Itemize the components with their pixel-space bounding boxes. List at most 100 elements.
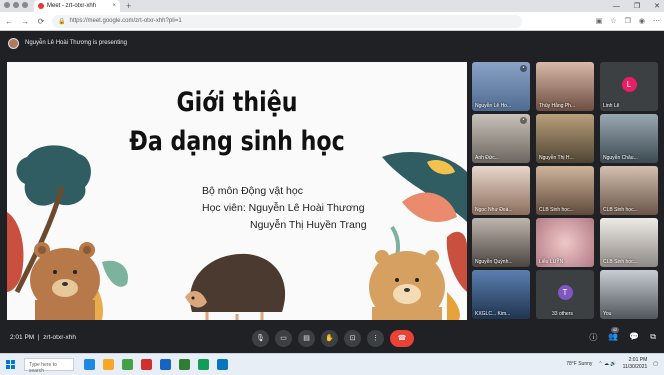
others-avatar: T bbox=[557, 284, 573, 300]
meet-favicon-icon bbox=[38, 3, 44, 9]
powerpoint-icon[interactable] bbox=[141, 359, 152, 370]
participant-tile[interactable]: Nguyễn Quỳnh... bbox=[472, 218, 530, 267]
slide-text-line3: Nguyễn Thị Huyền Trang bbox=[250, 219, 367, 231]
participant-tile[interactable]: Thùy Hằng Ph... bbox=[536, 62, 594, 111]
restore-button[interactable]: ❐ bbox=[634, 2, 640, 10]
excel-icon[interactable] bbox=[179, 359, 190, 370]
clock[interactable]: 2:01 PM 11/30/2021 bbox=[623, 357, 648, 371]
slide-title-line2: Đa dạng sinh học bbox=[129, 126, 345, 157]
more-icon[interactable]: ⋯ bbox=[653, 17, 660, 25]
participant-name: Linh Lê bbox=[603, 103, 620, 109]
participants-grid: • Nguyễn Lê Ho... Thùy Hằng Ph... L Linh… bbox=[472, 62, 658, 324]
self-tile[interactable]: You bbox=[600, 270, 658, 319]
participant-tile[interactable]: Nguyễn Châu... bbox=[600, 114, 658, 163]
tab-strip: Meet - zrt-otxr-xhh × + bbox=[0, 0, 664, 12]
tray-icons[interactable]: ⌃ ☁ 🔊 bbox=[598, 361, 616, 367]
presenting-bar: Nguyễn Lê Hoài Thương is presenting bbox=[8, 37, 127, 49]
mic-icon: • bbox=[520, 65, 527, 72]
close-window-button[interactable]: ✕ bbox=[654, 2, 660, 10]
others-tile[interactable]: T 33 others bbox=[536, 270, 594, 319]
participant-name: Nguyễn Thị H... bbox=[539, 155, 574, 161]
windows-taskbar: Type here to search 78°F Sunny ⌃ ☁ 🔊 2:0… bbox=[0, 353, 664, 375]
camera-indicator-icon[interactable]: ▣ bbox=[596, 17, 603, 25]
system-tray: 78°F Sunny ⌃ ☁ 🔊 2:01 PM 11/30/2021 ▢ bbox=[566, 357, 658, 371]
participant-tile[interactable]: • Nguyễn Lê Ho... bbox=[472, 62, 530, 111]
url-text: https://meet.google.com/zrt-otxr-xhh?pli… bbox=[69, 18, 182, 24]
microphone-button[interactable]: 🎙 bbox=[252, 330, 269, 347]
self-name: You bbox=[603, 311, 612, 317]
reload-icon[interactable]: ⟳ bbox=[36, 17, 46, 26]
participant-name: Nguyễn Châu... bbox=[603, 155, 638, 161]
word-icon[interactable] bbox=[160, 359, 171, 370]
call-controls: 🎙 ▭ ▤ ✋ ⊡ ⋮ ☎ bbox=[252, 330, 414, 347]
participant-tile[interactable]: • Anh Đức... bbox=[472, 114, 530, 163]
meet-bottom-bar: 2:01 PM | zrt-otxr-xhh 🎙 ▭ ▤ ✋ ⊡ ⋮ ☎ 42 … bbox=[0, 322, 664, 353]
new-tab-button[interactable]: + bbox=[126, 1, 131, 11]
participant-tile[interactable]: Liễu LUỸN bbox=[536, 218, 594, 267]
back-icon[interactable]: ← bbox=[4, 17, 14, 26]
start-button[interactable] bbox=[6, 360, 15, 369]
participant-name: Nguyễn Quỳnh... bbox=[475, 259, 513, 265]
notifications-icon[interactable]: ▢ bbox=[653, 361, 658, 367]
taskbar-search[interactable]: Type here to search bbox=[24, 358, 74, 374]
browser-tab[interactable]: Meet - zrt-otxr-xhh × bbox=[34, 0, 120, 12]
participant-name: Nguyễn Lê Ho... bbox=[475, 103, 512, 109]
weather-widget[interactable]: 78°F Sunny bbox=[566, 361, 592, 367]
browser-icon[interactable] bbox=[198, 359, 209, 370]
presentation-slide: Giới thiệu Đa dạng sinh học Bộ môn Động … bbox=[7, 62, 467, 320]
meeting-time: 2:01 PM | zrt-otxr-xhh bbox=[10, 334, 77, 341]
people-icon[interactable]: 👥 bbox=[608, 332, 618, 343]
forward-icon[interactable]: → bbox=[20, 17, 30, 26]
activities-icon[interactable]: ⧉ bbox=[650, 332, 656, 343]
chat-icon[interactable]: 💬 bbox=[629, 332, 639, 343]
meet-window: Nguyễn Lê Hoài Thương is presenting Giới… bbox=[0, 31, 664, 353]
side-controls: ⓘ 👥 💬 ⧉ bbox=[589, 332, 656, 343]
raise-hand-button[interactable]: ✋ bbox=[321, 330, 338, 347]
tab-title: Meet - zrt-otxr-xhh bbox=[47, 3, 97, 9]
participant-name: CLB Sinh học... bbox=[539, 207, 574, 213]
others-label: 33 others bbox=[552, 311, 573, 317]
edge-icon[interactable] bbox=[217, 359, 228, 370]
participant-tile[interactable]: CLB Sinh học... bbox=[600, 166, 658, 215]
file-explorer-icon[interactable] bbox=[103, 359, 114, 370]
mic-off-icon: • bbox=[520, 117, 527, 124]
slide-text-line1: Bộ môn Động vật học bbox=[202, 185, 303, 197]
navigation-bar: ← → ⟳ 🔒 https://meet.google.com/zrt-otxr… bbox=[0, 12, 664, 31]
participant-avatar: L bbox=[621, 76, 637, 92]
presenting-text: Nguyễn Lê Hoài Thương is presenting bbox=[25, 40, 127, 46]
collections-icon[interactable]: ❐ bbox=[625, 17, 631, 25]
participant-tile[interactable]: Ngọc Như Đoà... bbox=[472, 166, 530, 215]
participant-name: Anh Đức... bbox=[475, 155, 499, 161]
end-call-button[interactable]: ☎ bbox=[390, 330, 414, 347]
presenter-avatar bbox=[8, 37, 19, 49]
favorite-icon[interactable]: ☆ bbox=[610, 17, 616, 25]
task-view-icon[interactable] bbox=[84, 359, 95, 370]
tab-close-icon[interactable]: × bbox=[112, 3, 116, 9]
info-icon[interactable]: ⓘ bbox=[589, 332, 597, 343]
participant-tile[interactable]: Nguyễn Thị H... bbox=[536, 114, 594, 163]
window-controls: — ❐ ✕ bbox=[613, 0, 660, 12]
browser-chrome: Meet - zrt-otxr-xhh × + — ❐ ✕ ← → ⟳ 🔒 ht… bbox=[0, 0, 664, 31]
participant-name: KXGLC... Kim... bbox=[475, 311, 511, 317]
slide-title-line1: Giới thiệu bbox=[176, 87, 298, 118]
more-options-button[interactable]: ⋮ bbox=[367, 330, 384, 347]
browser-toolbar-icons: ▣ ☆ ❐ ◉ ⋯ bbox=[596, 17, 660, 25]
camera-button[interactable]: ▭ bbox=[275, 330, 292, 347]
participant-name: Liễu LUỸN bbox=[539, 259, 564, 265]
participant-name: Thùy Hằng Ph... bbox=[539, 103, 576, 109]
taskbar-apps bbox=[84, 359, 228, 370]
participant-name: CLB Sinh học... bbox=[603, 207, 638, 213]
address-bar[interactable]: 🔒 https://meet.google.com/zrt-otxr-xhh?p… bbox=[52, 14, 522, 28]
captions-button[interactable]: ▤ bbox=[298, 330, 315, 347]
participant-tile[interactable]: L Linh Lê bbox=[600, 62, 658, 111]
participant-tile[interactable]: CLB Sinh học... bbox=[536, 166, 594, 215]
participant-tile[interactable]: KXGLC... Kim... bbox=[472, 270, 530, 319]
minimize-button[interactable]: — bbox=[613, 3, 620, 10]
participant-name: Ngọc Như Đoà... bbox=[475, 207, 513, 213]
present-button[interactable]: ⊡ bbox=[344, 330, 361, 347]
participant-tile[interactable]: CLB Sinh học... bbox=[600, 218, 658, 267]
profile-icon[interactable]: ◉ bbox=[639, 17, 645, 25]
slide-text-line2: Học viên: Nguyễn Lê Hoài Thương bbox=[202, 202, 365, 214]
chrome-icon[interactable] bbox=[122, 359, 133, 370]
lock-icon: 🔒 bbox=[58, 18, 66, 25]
